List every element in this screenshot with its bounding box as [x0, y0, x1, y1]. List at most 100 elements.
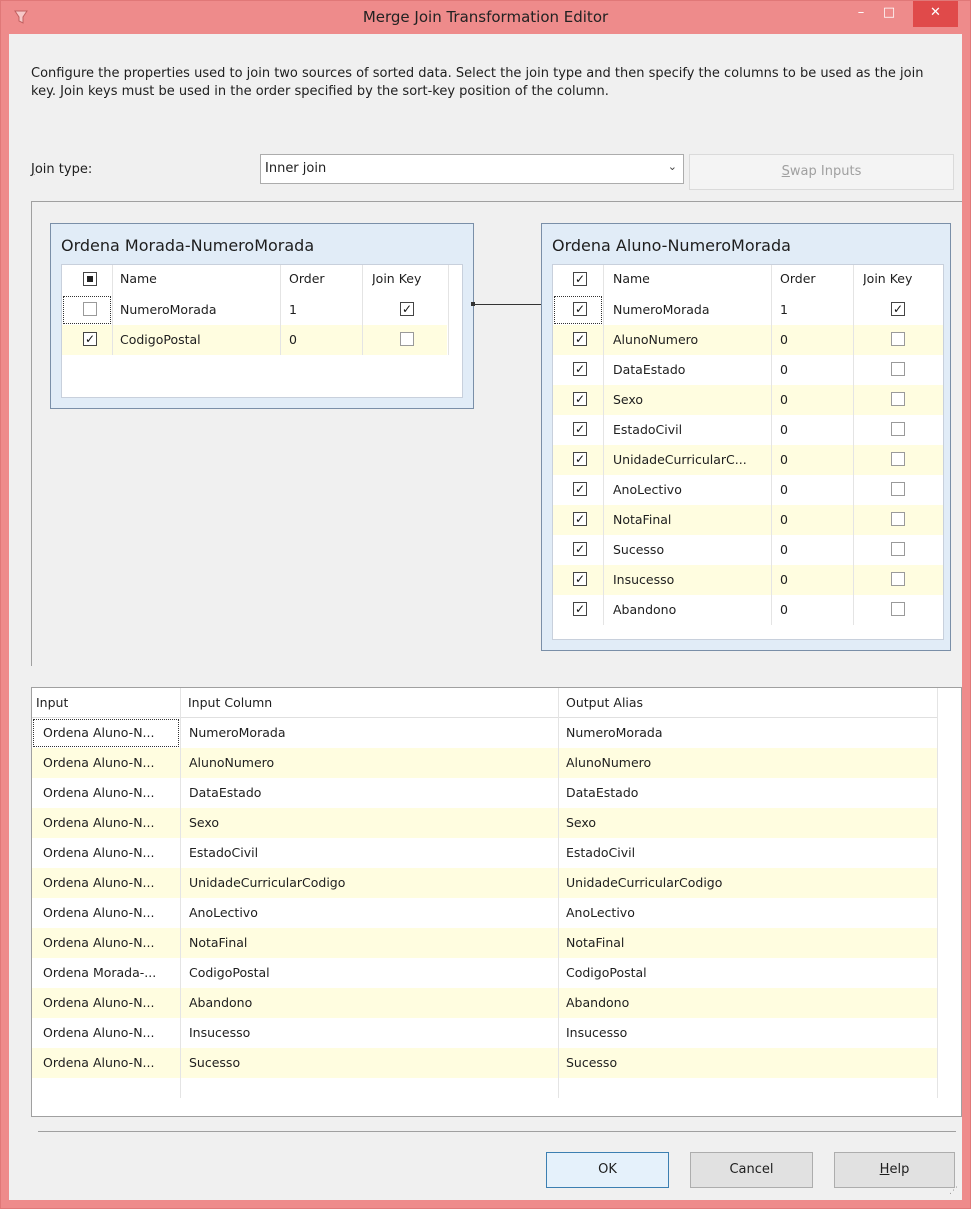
- right-input-row[interactable]: ✓ Sucesso 0: [553, 535, 943, 565]
- mapping-row[interactable]: Ordena Aluno-N... NotaFinal NotaFinal: [32, 928, 937, 958]
- mapping-row[interactable]: Ordena Morada-... CodigoPostal CodigoPosta…: [32, 958, 937, 988]
- right-col-divider: [771, 265, 772, 625]
- right-input-row[interactable]: ✓ NotaFinal 0: [553, 505, 943, 535]
- right-input-row[interactable]: ✓ Abandono 0: [553, 595, 943, 625]
- right-input-row-name: UnidadeCurricularC...: [613, 452, 747, 467]
- cancel-button[interactable]: Cancel: [690, 1152, 813, 1188]
- right-input-row-checkbox[interactable]: ✓: [573, 452, 587, 466]
- left-input-row[interactable]: ✓ CodigoPostal 0: [62, 325, 447, 355]
- mapping-row[interactable]: Ordena Aluno-N... NumeroMorada NumeroMorad…: [32, 718, 937, 748]
- mapping-output-alias-cell[interactable]: DataEstado: [566, 785, 638, 800]
- swap-inputs-button[interactable]: Swap Inputs: [689, 154, 954, 190]
- right-input-row-checkbox[interactable]: ✓: [573, 572, 587, 586]
- left-input-row[interactable]: NumeroMorada 1 ✓: [62, 295, 447, 325]
- right-input-row[interactable]: ✓ AlunoNumero 0: [553, 325, 943, 355]
- right-input-row-name: AlunoNumero: [613, 332, 699, 347]
- right-select-all-checkbox[interactable]: ✓: [573, 272, 587, 286]
- right-input-row-join-key-checkbox[interactable]: [891, 572, 905, 586]
- mapping-output-alias-cell[interactable]: AlunoNumero: [566, 755, 651, 770]
- left-input-box[interactable]: Ordena Morada-NumeroMorada Name Order Jo…: [50, 223, 474, 409]
- ok-button[interactable]: OK: [546, 1152, 669, 1188]
- left-select-all-checkbox[interactable]: [83, 272, 97, 286]
- resize-grip-icon[interactable]: ⋰: [949, 1186, 959, 1196]
- mapping-output-alias-cell[interactable]: NotaFinal: [566, 935, 624, 950]
- mapping-output-alias-cell[interactable]: NumeroMorada: [566, 725, 662, 740]
- right-input-row-order: 1: [780, 302, 788, 317]
- mapping-row[interactable]: Ordena Aluno-N... EstadoCivil EstadoCivil: [32, 838, 937, 868]
- mapping-input-column-cell: AlunoNumero: [189, 755, 275, 770]
- left-input-row-join-key-checkbox[interactable]: ✓: [400, 302, 414, 316]
- right-input-row[interactable]: ✓ AnoLectivo 0: [553, 475, 943, 505]
- mapping-header-input-column[interactable]: Input Column: [188, 695, 272, 710]
- right-header-join-key: Join Key: [863, 271, 913, 286]
- right-input-row-order: 0: [780, 512, 788, 527]
- left-input-row-checkbox[interactable]: ✓: [83, 332, 97, 346]
- right-input-row-checkbox[interactable]: ✓: [573, 542, 587, 556]
- right-input-row-join-key-checkbox[interactable]: [891, 422, 905, 436]
- right-input-row-join-key-checkbox[interactable]: ✓: [891, 302, 905, 316]
- right-input-row[interactable]: ✓ Sexo 0: [553, 385, 943, 415]
- mapping-row[interactable]: Ordena Aluno-N... Insucesso Insucesso: [32, 1018, 937, 1048]
- mapping-output-alias-cell[interactable]: CodigoPostal: [566, 965, 647, 980]
- mapping-row[interactable]: Ordena Aluno-N... AnoLectivo AnoLectivo: [32, 898, 937, 928]
- right-input-row[interactable]: ✓ EstadoCivil 0: [553, 415, 943, 445]
- left-input-row-order: 1: [289, 302, 297, 317]
- mapping-row[interactable]: Ordena Aluno-N... Sexo Sexo: [32, 808, 937, 838]
- right-input-box[interactable]: Ordena Aluno-NumeroMorada ✓ Name Order J…: [541, 223, 951, 651]
- mapping-header-input[interactable]: Input: [36, 695, 68, 710]
- mapping-input-cell: Ordena Morada-...: [43, 965, 157, 980]
- mapping-output-alias-cell[interactable]: AnoLectivo: [566, 905, 635, 920]
- mapping-row[interactable]: Ordena Aluno-N... DataEstado DataEstado: [32, 778, 937, 808]
- right-header-name: Name: [613, 271, 650, 286]
- right-input-row-join-key-checkbox[interactable]: [891, 362, 905, 376]
- mapping-output-alias-cell[interactable]: UnidadeCurricularCodigo: [566, 875, 722, 890]
- mapping-row[interactable]: Ordena Aluno-N... Sucesso Sucesso: [32, 1048, 937, 1078]
- mapping-row[interactable]: Ordena Aluno-N... AlunoNumero AlunoNumero: [32, 748, 937, 778]
- mapping-output-alias-cell[interactable]: EstadoCivil: [566, 845, 635, 860]
- help-button[interactable]: Help: [834, 1152, 955, 1188]
- description-text: Configure the properties used to join tw…: [31, 66, 924, 99]
- left-input-row-join-key-checkbox[interactable]: [400, 332, 414, 346]
- maximize-button[interactable]: □: [875, 1, 903, 27]
- mapping-input-column-cell: NumeroMorada: [189, 725, 286, 740]
- right-input-row-checkbox[interactable]: ✓: [573, 332, 587, 346]
- right-input-row-checkbox[interactable]: ✓: [573, 422, 587, 436]
- right-input-row-join-key-checkbox[interactable]: [891, 512, 905, 526]
- mapping-focus-rect: [33, 719, 179, 747]
- right-input-row-join-key-checkbox[interactable]: [891, 482, 905, 496]
- right-input-row[interactable]: ✓ Insucesso 0: [553, 565, 943, 595]
- minimize-button[interactable]: –: [847, 1, 875, 27]
- mapping-row[interactable]: Ordena Aluno-N... UnidadeCurricularCodigo…: [32, 868, 937, 898]
- right-input-row-join-key-checkbox[interactable]: [891, 392, 905, 406]
- right-input-row-checkbox[interactable]: ✓: [573, 482, 587, 496]
- mapping-input-column-cell: Sexo: [189, 815, 220, 830]
- right-input-row-name: NotaFinal: [613, 512, 672, 527]
- mapping-col-divider: [180, 688, 181, 1098]
- left-col-divider: [362, 265, 363, 355]
- right-input-row-checkbox[interactable]: ✓: [573, 362, 587, 376]
- join-connector-line[interactable]: [474, 304, 544, 305]
- right-input-row-join-key-checkbox[interactable]: [891, 452, 905, 466]
- mapping-input-cell: Ordena Aluno-N...: [43, 1025, 155, 1040]
- join-type-dropdown[interactable]: Inner join ⌄: [260, 154, 684, 184]
- mapping-header-output-alias[interactable]: Output Alias: [566, 695, 643, 710]
- mapping-output-alias-cell[interactable]: Insucesso: [566, 1025, 627, 1040]
- right-col-divider: [853, 265, 854, 625]
- right-input-row-join-key-checkbox[interactable]: [891, 542, 905, 556]
- title-bar[interactable]: Merge Join Transformation Editor – □ ✕: [1, 1, 970, 34]
- right-input-row[interactable]: ✓ DataEstado 0: [553, 355, 943, 385]
- right-input-row-join-key-checkbox[interactable]: [891, 602, 905, 616]
- right-input-row-checkbox[interactable]: ✓: [573, 512, 587, 526]
- close-button[interactable]: ✕: [913, 1, 958, 27]
- mapping-output-alias-cell[interactable]: Sucesso: [566, 1055, 617, 1070]
- mapping-col-divider: [937, 688, 938, 1098]
- mapping-output-alias-cell[interactable]: Sexo: [566, 815, 596, 830]
- mapping-row[interactable]: Ordena Aluno-N... Abandono Abandono: [32, 988, 937, 1018]
- right-input-row[interactable]: ✓ NumeroMorada 1 ✓: [553, 295, 943, 325]
- chevron-down-icon[interactable]: ⌄: [668, 160, 677, 173]
- right-input-row-join-key-checkbox[interactable]: [891, 332, 905, 346]
- mapping-output-alias-cell[interactable]: Abandono: [566, 995, 629, 1010]
- right-input-row[interactable]: ✓ UnidadeCurricularC... 0: [553, 445, 943, 475]
- right-input-row-checkbox[interactable]: ✓: [573, 602, 587, 616]
- right-input-row-checkbox[interactable]: ✓: [573, 392, 587, 406]
